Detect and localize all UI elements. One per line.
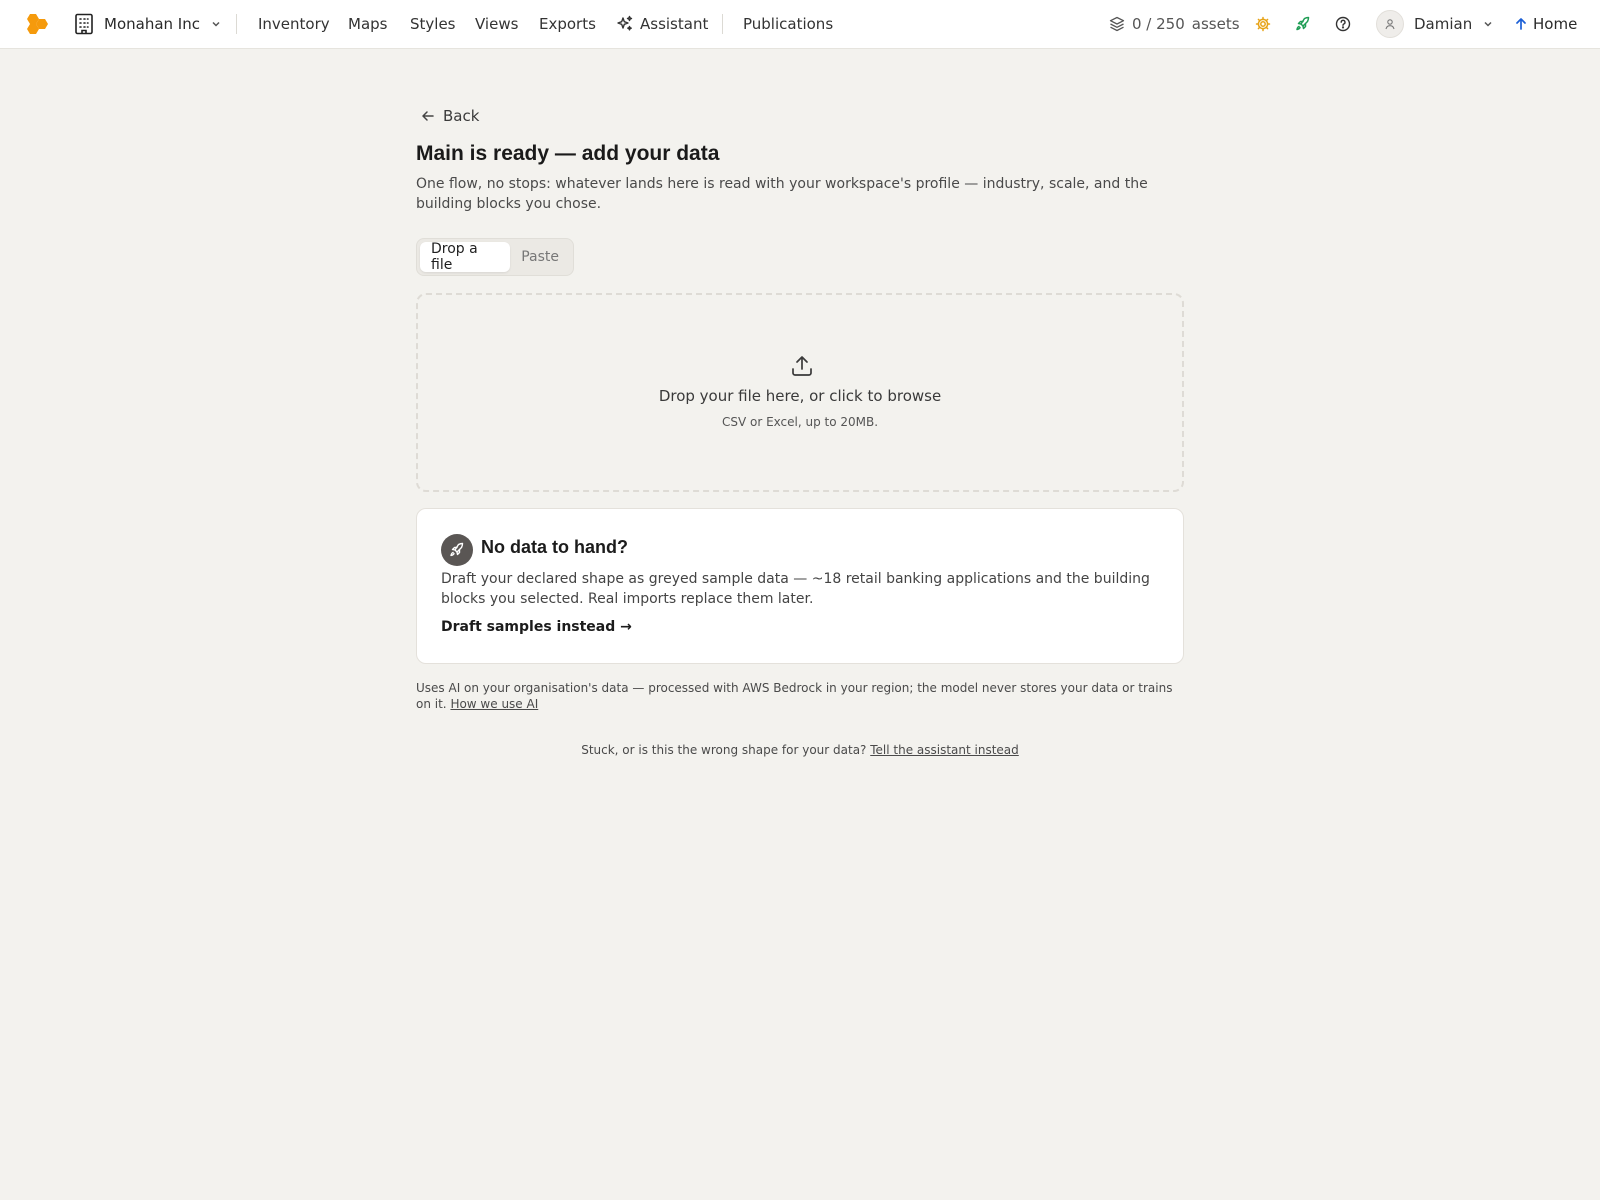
divider — [236, 14, 237, 34]
chevron-down-icon — [210, 18, 222, 30]
file-dropzone[interactable]: Drop your file here, or click to browse … — [416, 293, 1184, 492]
building-icon — [74, 13, 94, 35]
asset-count: 0 / 250 — [1132, 15, 1185, 33]
rocket-icon — [441, 534, 473, 566]
page-subtitle: One flow, no stops: whatever lands here … — [416, 176, 1148, 212]
upload-icon — [790, 354, 814, 378]
tab-paste[interactable]: Paste — [510, 242, 570, 272]
settings-gear-icon[interactable] — [1255, 0, 1271, 48]
home-link[interactable]: Home — [1514, 0, 1577, 48]
back-label: Back — [443, 107, 480, 125]
dropzone-instruction: Drop your file here, or click to browse — [658, 387, 942, 405]
nav-views[interactable]: Views — [475, 0, 518, 48]
help-icon[interactable] — [1335, 0, 1351, 48]
top-bar: Monahan Inc Inventory Maps Styles Views … — [0, 0, 1600, 49]
org-name: Monahan Inc — [104, 15, 200, 33]
sparkles-icon — [616, 15, 634, 33]
arrow-up-icon — [1514, 17, 1528, 31]
tell-assistant-link[interactable]: Tell the assistant instead — [870, 743, 1019, 757]
card-body: Draft your declared shape as greyed samp… — [441, 571, 1150, 607]
layers-icon — [1109, 16, 1125, 32]
sample-data-card: No data to hand? Draft your declared sha… — [416, 508, 1184, 664]
help-footer: Stuck, or is this the wrong shape for yo… — [416, 743, 1184, 757]
how-we-use-ai-link[interactable]: How we use AI — [450, 697, 538, 711]
org-switcher[interactable]: Monahan Inc — [74, 0, 222, 48]
asset-usage: 0 / 250 assets — [1109, 0, 1240, 48]
chevron-down-icon — [1482, 18, 1494, 30]
user-menu[interactable]: Damian — [1376, 0, 1494, 48]
ai-disclaimer: Uses AI on your organisation's data — pr… — [416, 680, 1184, 712]
avatar — [1376, 10, 1404, 38]
back-button[interactable]: Back — [421, 104, 479, 128]
arrow-left-icon — [421, 109, 435, 123]
asset-unit: assets — [1191, 15, 1240, 33]
draft-samples-link[interactable]: Draft samples instead → — [441, 619, 632, 635]
nav-exports[interactable]: Exports — [539, 0, 596, 48]
nav-inventory[interactable]: Inventory — [258, 0, 330, 48]
page-title: Main is ready — add your data — [416, 142, 720, 165]
nav-styles[interactable]: Styles — [410, 0, 456, 48]
tab-drop-a-file[interactable]: Drop a file — [420, 241, 511, 273]
card-title: No data to hand? — [481, 537, 628, 557]
divider — [722, 14, 723, 34]
help-footer-text: Stuck, or is this the wrong shape for yo… — [581, 743, 871, 757]
input-mode-tabs: Drop a file Paste — [416, 238, 574, 276]
user-name: Damian — [1414, 15, 1473, 33]
rocket-icon[interactable] — [1295, 0, 1311, 48]
home-label: Home — [1533, 15, 1578, 33]
nav-assistant[interactable]: Assistant — [616, 0, 708, 48]
nav-publications[interactable]: Publications — [743, 0, 833, 48]
brand-logo-icon[interactable] — [24, 0, 50, 48]
nav-maps[interactable]: Maps — [348, 0, 387, 48]
user-icon — [1385, 19, 1395, 30]
dropzone-hint: CSV or Excel, up to 20MB. — [721, 415, 879, 429]
nav-assistant-label: Assistant — [640, 15, 709, 33]
